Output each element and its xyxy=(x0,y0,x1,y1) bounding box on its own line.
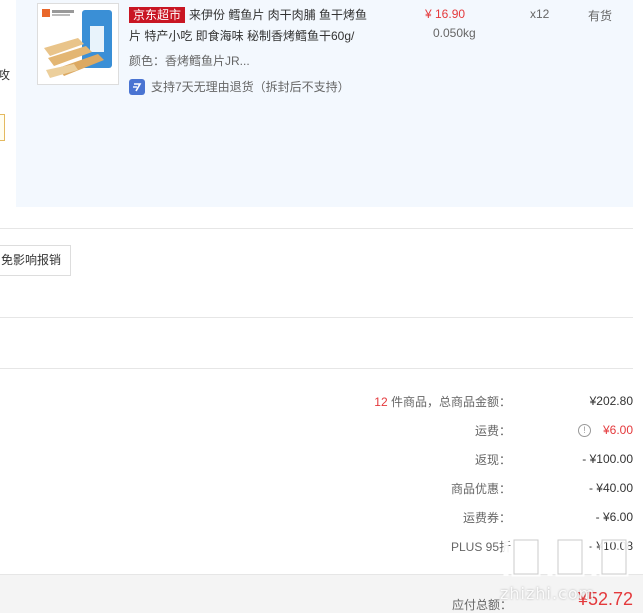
item-count-label: 件商品，总商品金额： xyxy=(390,394,511,409)
product-quantity: x12 xyxy=(530,7,550,21)
info-icon[interactable]: ! xyxy=(577,424,591,438)
product-thumbnail[interactable] xyxy=(37,3,119,85)
left-edge-input[interactable] xyxy=(0,114,5,141)
summary-plus-row: PLUS 95折 - ¥10.08 xyxy=(277,536,633,556)
return-policy: 支持7天无理由退货（拆封后不支持） xyxy=(129,78,350,95)
summary-shipping-row: 运费： ! ¥6.00 xyxy=(277,420,633,440)
product-color: 颜色：香烤鳕鱼片JR... xyxy=(129,54,250,68)
coupon-label: 运费券： xyxy=(462,510,511,525)
shipping-label: 运费： xyxy=(474,423,511,438)
invoice-button[interactable]: 免影响报销 xyxy=(0,245,71,276)
product-weight: 0.050kg xyxy=(433,26,476,40)
left-panel-edge xyxy=(0,0,16,207)
product-price: ¥ 16.90 xyxy=(425,7,466,21)
product-title[interactable]: 京东超市 来伊份 鳕鱼片 肉干肉脯 鱼干烤鱼片 特产小吃 即食海味 秘制香烤鳕鱼干… xyxy=(129,5,369,47)
section-divider xyxy=(0,317,633,318)
section-divider xyxy=(0,228,633,229)
summary-goods-total-row: 12 件商品，总商品金额： ¥202.80 xyxy=(277,391,633,411)
cashback-label: 返现： xyxy=(474,452,511,467)
return-policy-icon xyxy=(129,78,145,95)
goods-total-value: ¥202.80 xyxy=(589,394,633,408)
section-divider xyxy=(0,368,633,369)
summary-cashback-row: 返现： - ¥100.00 xyxy=(277,449,633,469)
stock-status: 有货 xyxy=(588,9,613,23)
summary-coupon-row: 运费券： - ¥6.00 xyxy=(277,507,633,527)
order-total-bar: 应付总额： ¥52.72 xyxy=(0,574,643,613)
return-policy-text: 支持7天无理由退货（拆封后不支持） xyxy=(151,80,350,94)
left-edge-text: 攻 xyxy=(0,68,11,82)
total-label: 应付总额： xyxy=(452,598,513,612)
item-count: 12 xyxy=(374,394,388,409)
jd-supermarket-tag: 京东超市 xyxy=(129,7,186,23)
discount-value: - ¥40.00 xyxy=(588,481,633,495)
discount-label: 商品优惠： xyxy=(450,481,511,496)
total-value: ¥52.72 xyxy=(577,589,633,609)
coupon-value: - ¥6.00 xyxy=(595,510,633,524)
plus-label: PLUS 95折 xyxy=(450,539,511,554)
summary-discount-row: 商品优惠： - ¥40.00 xyxy=(277,478,633,498)
cashback-value: - ¥100.00 xyxy=(582,452,633,466)
product-image xyxy=(38,4,118,84)
shipping-value: ¥6.00 xyxy=(602,422,633,437)
plus-value: - ¥10.08 xyxy=(588,539,633,553)
